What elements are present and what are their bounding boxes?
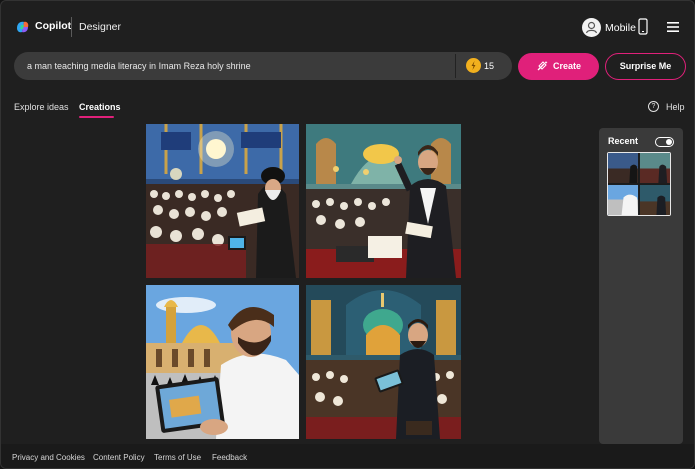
brand-divider — [71, 17, 72, 37]
help-icon[interactable]: ? — [648, 101, 659, 112]
boost-counter[interactable]: 15 — [466, 58, 516, 74]
recent-label: Recent — [608, 136, 639, 146]
product-name[interactable]: Designer — [79, 21, 121, 33]
footer: Privacy and Cookies Content Policy Terms… — [1, 444, 694, 468]
prompt-divider — [455, 54, 456, 78]
hamburger-menu-icon[interactable] — [667, 22, 679, 32]
tab-creations[interactable]: Creations — [79, 102, 121, 112]
create-label: Create — [553, 61, 582, 71]
copilot-logo-icon[interactable] — [15, 19, 31, 35]
wand-icon — [537, 61, 548, 71]
help-link[interactable]: Help — [666, 102, 685, 112]
privacy-link[interactable]: Privacy and Cookies — [12, 453, 85, 462]
mobile-label[interactable]: Mobile — [605, 22, 636, 34]
feedback-link[interactable]: Feedback — [212, 453, 247, 462]
toggle-knob — [666, 139, 672, 145]
phone-icon[interactable] — [638, 18, 648, 35]
tab-explore-ideas[interactable]: Explore ideas — [14, 102, 69, 112]
active-tab-indicator — [79, 116, 114, 118]
surprise-me-button[interactable]: Surprise Me — [605, 53, 686, 80]
generated-image-3[interactable] — [146, 285, 299, 439]
generated-image-2[interactable] — [306, 124, 461, 278]
prompt-input[interactable]: a man teaching media literacy in Imam Re… — [27, 61, 251, 71]
prompt-input-container[interactable]: a man teaching media literacy in Imam Re… — [14, 52, 512, 80]
avatar-icon[interactable] — [582, 18, 601, 37]
content-policy-link[interactable]: Content Policy — [93, 453, 145, 462]
recent-thumbnail[interactable] — [607, 152, 671, 216]
brand-name[interactable]: Copilot — [35, 20, 71, 32]
surprise-me-label: Surprise Me — [619, 61, 672, 71]
recent-toggle[interactable] — [655, 137, 674, 147]
generated-image-1[interactable] — [146, 124, 299, 278]
generated-image-4[interactable] — [306, 285, 461, 439]
boost-icon — [466, 58, 481, 73]
terms-link[interactable]: Terms of Use — [154, 453, 201, 462]
boost-count: 15 — [484, 61, 495, 71]
app-header: Copilot Designer Mobile — [1, 1, 694, 51]
recent-panel: Recent — [599, 128, 683, 444]
create-button[interactable]: Create — [518, 53, 599, 80]
designer-window: Copilot Designer Mobile a man teaching m… — [0, 0, 695, 469]
